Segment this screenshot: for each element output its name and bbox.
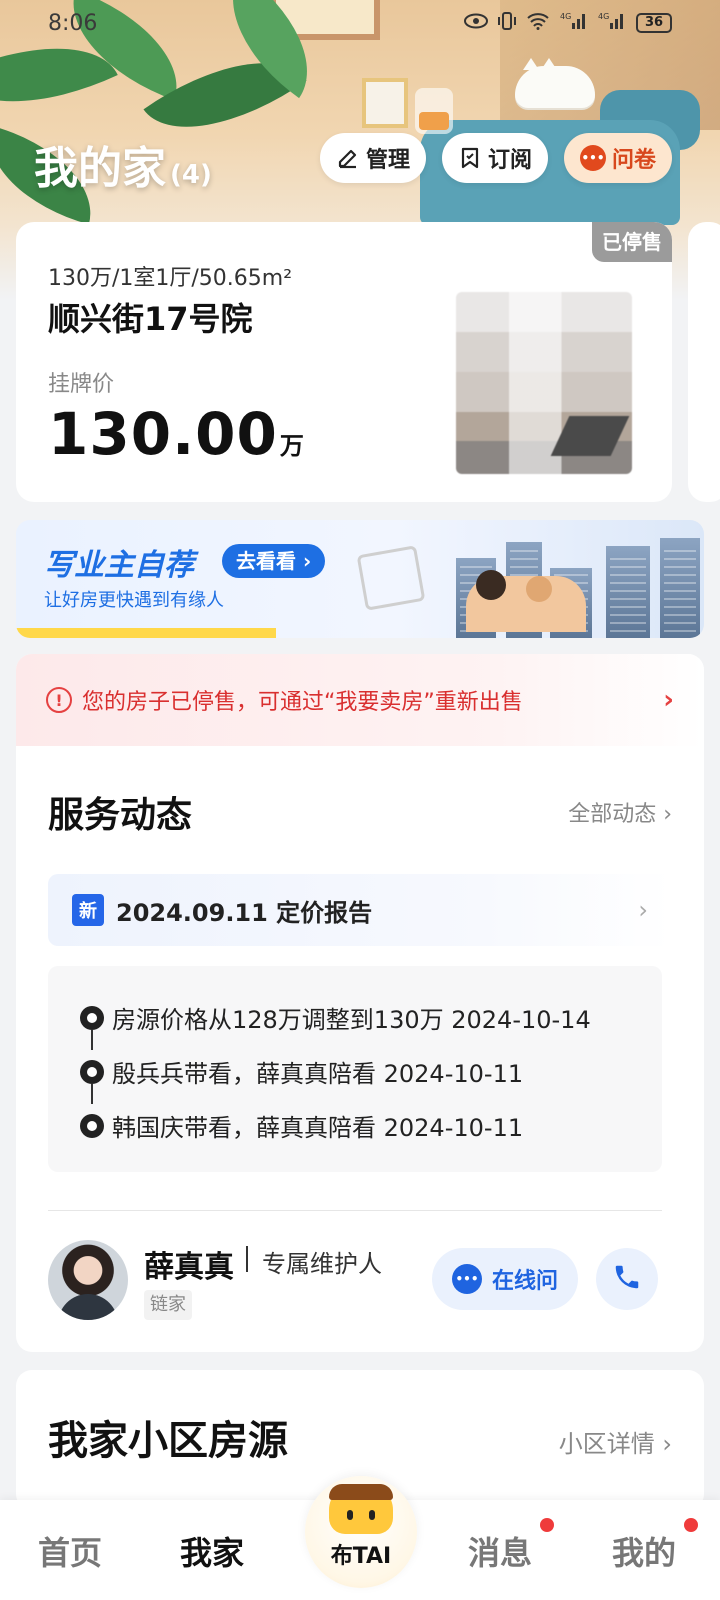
- svg-text:4G: 4G: [560, 12, 571, 21]
- chat-icon: •••: [452, 1264, 482, 1294]
- svg-text:4G: 4G: [598, 12, 609, 21]
- page-title: 我的家: [34, 143, 166, 194]
- home-count: (4): [170, 160, 212, 190]
- bookmark-icon: [458, 146, 482, 170]
- price-label: 挂牌价: [48, 372, 115, 397]
- delisted-alert[interactable]: ! 您的房子已停售，可通过“我要卖房”重新出售 ›: [16, 654, 704, 746]
- nav-home[interactable]: 首页: [38, 1528, 102, 1574]
- wifi-icon: [526, 12, 550, 35]
- profile-badge: [684, 1518, 698, 1532]
- section-title: 服务动态: [48, 795, 193, 836]
- ai-mascot-icon: [329, 1484, 393, 1534]
- eye-icon: [464, 13, 488, 34]
- listing-summary: 130万/1室1厅/50.65m²: [48, 266, 293, 291]
- timeline-connector: [91, 1030, 93, 1050]
- promo-banner[interactable]: 写业主自荐 去看看 › 让好房更快遇到有缘人: [16, 520, 704, 638]
- promo-title: 写业主自荐: [44, 548, 194, 583]
- timeline-item: 殷兵兵带看，薛真真陪看 2024-10-11: [80, 1054, 523, 1089]
- agent-name: 薛真真: [144, 1250, 234, 1285]
- activity-timeline: 房源价格从128万调整到130万 2024-10-14 殷兵兵带看，薛真真陪看 …: [48, 966, 662, 1172]
- listing-card[interactable]: 已停售 130万/1室1厅/50.65m² 顺兴街17号院 挂牌价 130.00…: [16, 222, 672, 502]
- timeline-connector: [91, 1084, 93, 1104]
- all-updates-link[interactable]: 全部动态 ›: [568, 796, 672, 828]
- price-value: 130.00万: [48, 400, 305, 468]
- community-detail-link[interactable]: 小区详情 ›: [559, 1424, 672, 1459]
- promo-cta-button[interactable]: 去看看 ›: [222, 544, 326, 578]
- nav-my-home[interactable]: 我家: [180, 1528, 244, 1574]
- signal-icon: 4G: [560, 11, 588, 36]
- bottom-nav: 首页 我家 布TAI 消息 我的: [0, 1476, 720, 1600]
- next-listing-card[interactable]: [688, 222, 720, 502]
- timeline-dot-icon: [80, 1005, 104, 1030]
- agent-company-badge: 链家: [144, 1290, 192, 1320]
- status-badge: 已停售: [592, 222, 672, 262]
- page-title-row: 我的家 (4): [34, 132, 212, 196]
- vibrate-icon: [498, 11, 516, 36]
- header-actions: 管理 订阅 ••• 问卷: [320, 133, 673, 183]
- survey-icon: •••: [580, 145, 607, 171]
- signal-icon-2: 4G: [598, 11, 626, 36]
- status-icons: 4G 4G 36: [464, 11, 672, 36]
- price-number: 130.00: [48, 400, 278, 468]
- illustration-cat: [515, 58, 595, 108]
- edit-icon: [336, 146, 360, 170]
- report-title: 2024.09.11 定价报告: [116, 898, 373, 927]
- house-illustration-icon: [356, 545, 426, 611]
- call-button[interactable]: [596, 1248, 658, 1310]
- pricing-report-row[interactable]: 新 2024.09.11 定价报告 ›: [48, 874, 672, 946]
- timeline-item: 韩国庆带看，薛真真陪看 2024-10-11: [80, 1108, 523, 1143]
- subscribe-button[interactable]: 订阅: [442, 133, 549, 183]
- agent-avatar[interactable]: [48, 1240, 128, 1320]
- community-title: 我家小区房源: [48, 1418, 288, 1464]
- messages-badge: [540, 1518, 554, 1532]
- chevron-right-icon: ›: [638, 896, 648, 924]
- survey-button[interactable]: ••• 问卷: [564, 133, 673, 183]
- listing-name: 顺兴街17号院: [48, 300, 253, 338]
- illustration-photo-frame: [362, 78, 408, 128]
- manage-button[interactable]: 管理: [320, 133, 427, 183]
- agent-role: 专属维护人: [262, 1250, 382, 1278]
- agent-separator: [246, 1246, 248, 1272]
- online-chat-button[interactable]: ••• 在线问: [432, 1248, 579, 1310]
- timeline-dot-icon: [80, 1113, 104, 1138]
- service-card: ! 您的房子已停售，可通过“我要卖房”重新出售 › 服务动态 全部动态 › 新 …: [16, 654, 704, 1352]
- timeline-item: 房源价格从128万调整到130万 2024-10-14: [80, 1000, 591, 1035]
- status-time: 8:06: [48, 10, 98, 36]
- price-unit: 万: [279, 432, 305, 460]
- phone-icon: [612, 1262, 642, 1296]
- illustration-jar: [415, 88, 453, 134]
- timeline-dot-icon: [80, 1059, 104, 1084]
- alert-text: 您的房子已停售，可通过“我要卖房”重新出售: [82, 690, 523, 715]
- new-badge: 新: [72, 894, 104, 926]
- nav-messages[interactable]: 消息: [468, 1528, 532, 1574]
- nav-profile[interactable]: 我的: [612, 1528, 676, 1574]
- alert-icon: !: [46, 687, 72, 713]
- battery-icon: 36: [636, 13, 672, 33]
- promo-subtitle: 让好房更快遇到有缘人: [44, 590, 224, 611]
- family-illustration: [466, 570, 586, 632]
- status-bar: 8:06 4G 4G 36: [0, 0, 720, 46]
- listing-photo[interactable]: [456, 292, 632, 474]
- chevron-right-icon: ›: [663, 685, 674, 715]
- nav-ai-assistant[interactable]: 布TAI: [305, 1476, 417, 1588]
- divider: [48, 1210, 662, 1211]
- ai-label: 布TAI: [330, 1544, 392, 1569]
